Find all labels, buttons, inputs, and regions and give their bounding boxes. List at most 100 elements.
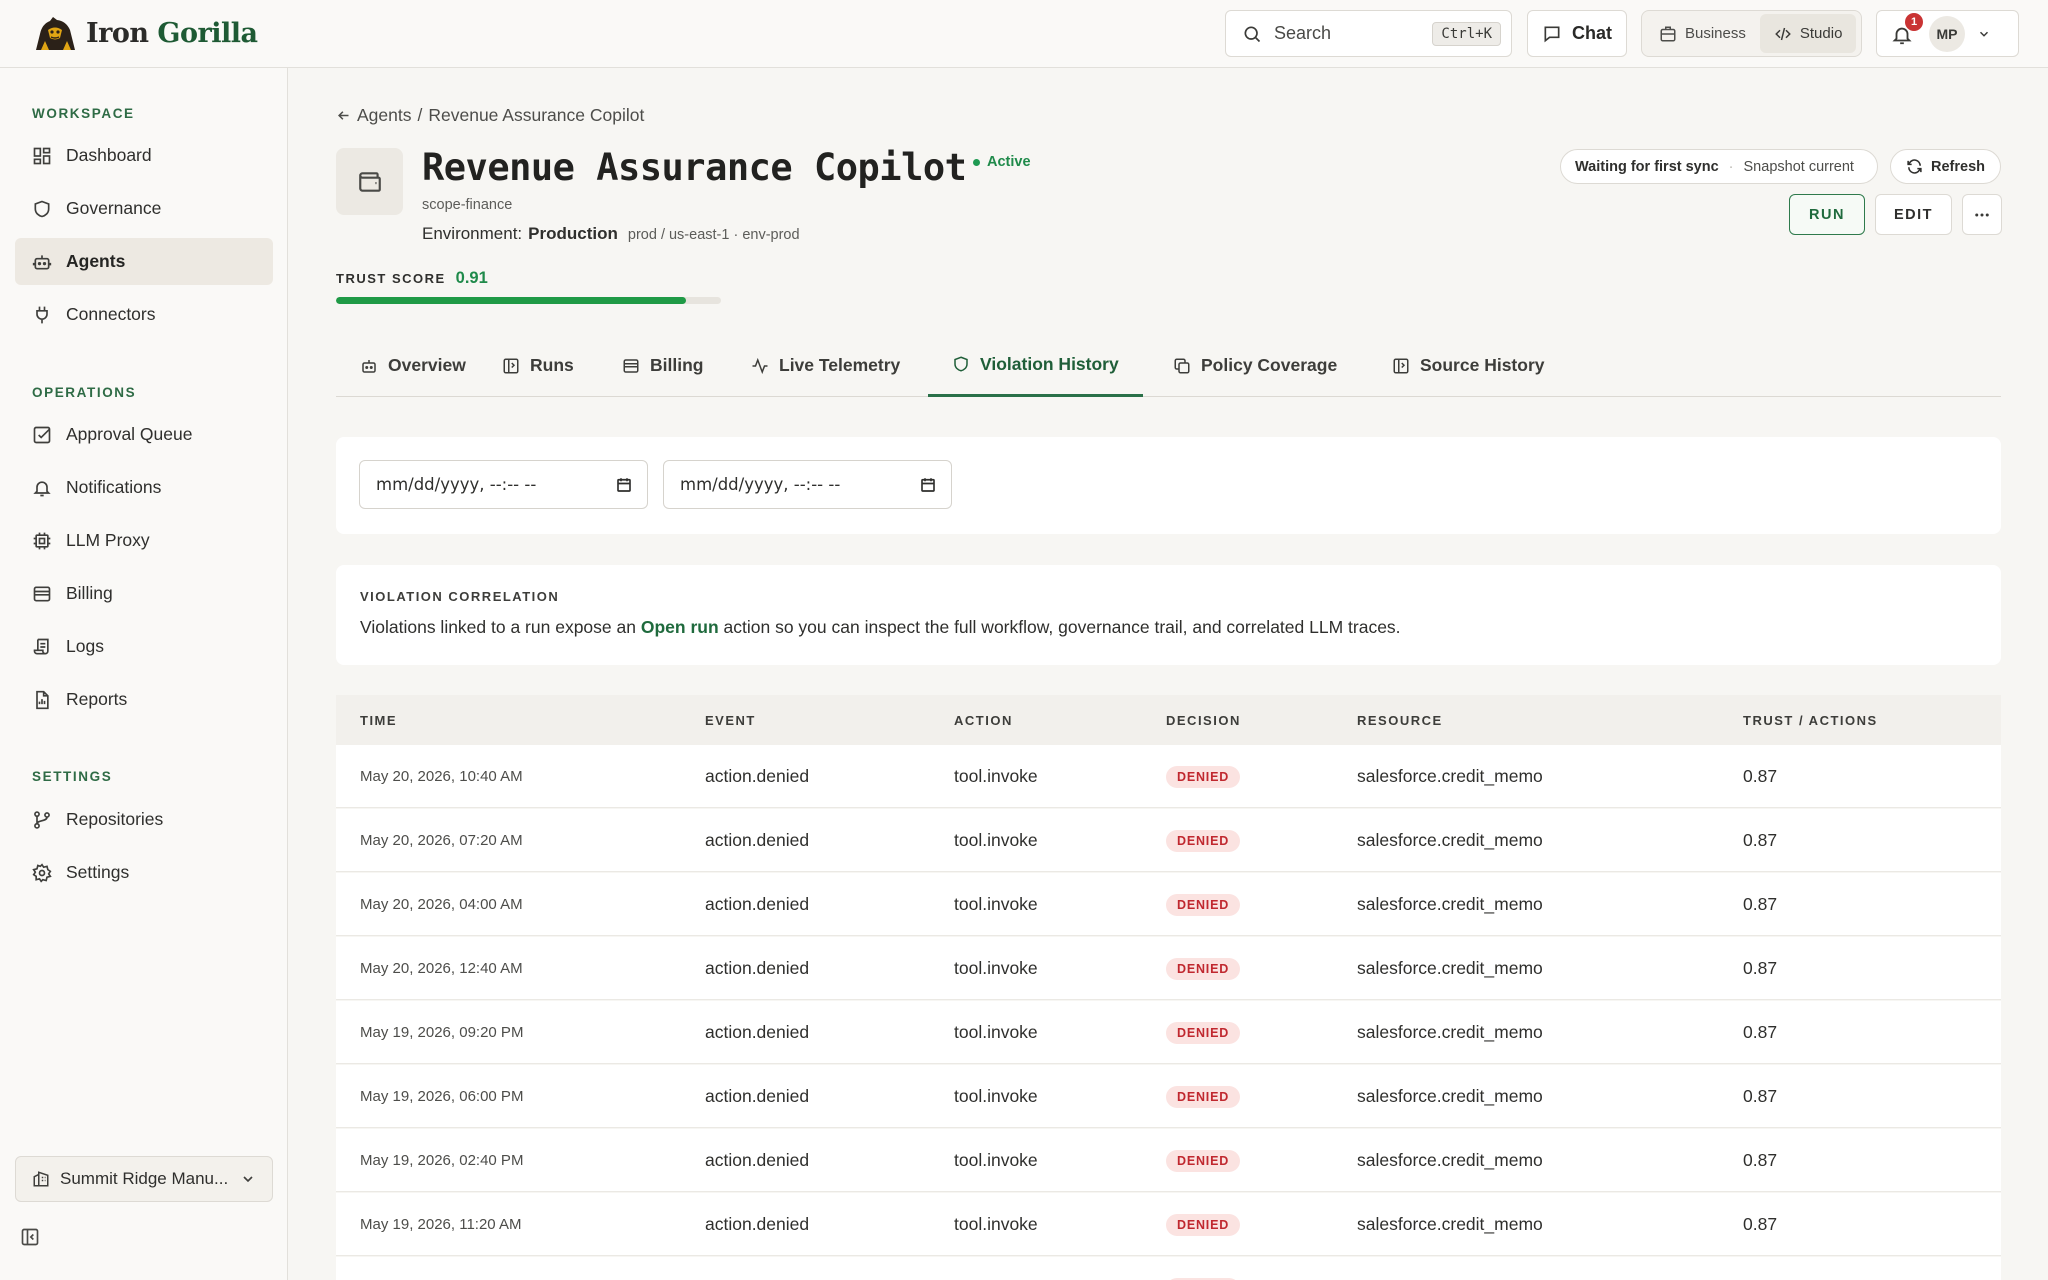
tab-violation-history[interactable]: Violation History bbox=[928, 334, 1143, 397]
sidebar-item-governance[interactable]: Governance bbox=[15, 185, 273, 232]
date-to-value: mm/dd/yyyy, --:-- -- bbox=[680, 475, 841, 494]
tab-live-telemetry[interactable]: Live Telemetry bbox=[727, 334, 924, 397]
mode-business-button[interactable]: Business bbox=[1645, 14, 1760, 53]
search-input[interactable]: Search Ctrl+K bbox=[1225, 10, 1512, 57]
sidebar-collapse-icon[interactable] bbox=[20, 1227, 40, 1247]
cell-event: action.denied bbox=[705, 1150, 810, 1170]
decision-badge: DENIED bbox=[1166, 1085, 1241, 1108]
status-dot bbox=[973, 158, 980, 166]
cell-event: action.denied bbox=[705, 894, 810, 914]
run-button[interactable]: RUN bbox=[1789, 194, 1865, 235]
trust-score-bar bbox=[336, 297, 721, 304]
decision-badge: DENIED bbox=[1166, 1149, 1241, 1172]
sidebar-item-logs[interactable]: Logs bbox=[15, 623, 273, 670]
decision-badge: DENIED bbox=[1166, 957, 1241, 980]
building-icon bbox=[33, 1171, 49, 1187]
wallet-icon bbox=[358, 171, 381, 192]
column-header-time[interactable]: TIME bbox=[360, 695, 397, 745]
sidebar-item-reports[interactable]: Reports bbox=[15, 676, 273, 723]
table-row[interactable]: May 20, 2026, 10:40 AM action.denied tool.… bbox=[336, 745, 2001, 808]
table-row[interactable]: May 19, 2026, 09:20 PM action.denied tool.… bbox=[336, 1001, 2001, 1064]
sidebar-section-settings: SETTINGS bbox=[32, 769, 113, 784]
decision-badge: DENIED bbox=[1166, 1213, 1241, 1236]
calendar-icon[interactable] bbox=[919, 476, 937, 494]
status-label: Active bbox=[987, 154, 1031, 170]
cell-event: action.denied bbox=[705, 1086, 810, 1106]
table-row[interactable]: May 19, 2026, 11:20 AM action.denied tool.… bbox=[336, 1193, 2001, 1256]
date-from-input[interactable]: mm/dd/yyyy, --:-- -- bbox=[359, 460, 648, 509]
column-header-action[interactable]: ACTION bbox=[954, 695, 1013, 745]
table-row[interactable]: May 19, 2026, 08:00 AM action.denied tool.… bbox=[336, 1257, 2001, 1280]
chevron-down-icon bbox=[243, 1176, 253, 1183]
chevron-down-icon[interactable] bbox=[1977, 27, 1991, 41]
brand-logo[interactable]: Iron Gorilla bbox=[32, 14, 258, 52]
open-run-link[interactable]: Open run bbox=[641, 617, 719, 637]
gorilla-logo-icon bbox=[36, 17, 75, 50]
building-icon bbox=[1660, 26, 1676, 41]
avatar[interactable]: MP bbox=[1929, 15, 1965, 52]
cell-time: May 20, 2026, 07:20 AM bbox=[360, 832, 523, 849]
sidebar-item-settings[interactable]: Settings bbox=[15, 849, 273, 896]
cell-resource: salesforce.credit_memo bbox=[1357, 1022, 1543, 1042]
cell-event: action.denied bbox=[705, 830, 810, 850]
sidebar-item-label: Settings bbox=[66, 862, 130, 882]
breadcrumb-separator: / bbox=[417, 105, 423, 125]
sidebar-item-billing[interactable]: Billing bbox=[15, 570, 273, 617]
sidebar-item-connectors[interactable]: Connectors bbox=[15, 291, 273, 338]
breadcrumb-current: Revenue Assurance Copilot bbox=[428, 105, 645, 125]
tab-label: Live Telemetry bbox=[779, 355, 901, 375]
column-header-trust-actions[interactable]: TRUST / ACTIONS bbox=[1743, 695, 1878, 745]
mode-switch: Business Studio bbox=[1641, 10, 1862, 57]
date-to-input[interactable]: mm/dd/yyyy, --:-- -- bbox=[663, 460, 952, 509]
tab-policy-coverage[interactable]: Policy Coverage bbox=[1149, 334, 1361, 397]
mode-studio-button[interactable]: Studio bbox=[1759, 14, 1857, 53]
calendar-icon[interactable] bbox=[615, 476, 633, 494]
cell-event: action.denied bbox=[705, 958, 810, 978]
search-icon bbox=[1244, 26, 1261, 42]
tab-label: Policy Coverage bbox=[1201, 355, 1338, 375]
table-row[interactable]: May 20, 2026, 04:00 AM action.denied tool.… bbox=[336, 873, 2001, 936]
sidebar-item-llm-proxy[interactable]: LLM Proxy bbox=[15, 517, 273, 564]
tab-overview[interactable]: Overview bbox=[336, 334, 490, 397]
search-placeholder: Search bbox=[1274, 23, 1332, 43]
runs-icon bbox=[503, 358, 519, 373]
org-name: Summit Ridge Manu... bbox=[60, 1169, 229, 1188]
tab-bar: Overview Runs Billing Live Telemetry Vio… bbox=[336, 334, 2001, 397]
cell-time: May 20, 2026, 10:40 AM bbox=[360, 768, 523, 785]
table-row[interactable]: May 19, 2026, 02:40 PM action.denied tool.… bbox=[336, 1129, 2001, 1192]
table-row[interactable]: May 20, 2026, 12:40 AM action.denied tool.… bbox=[336, 937, 2001, 1000]
breadcrumb-agents-link[interactable]: Agents bbox=[357, 105, 411, 126]
sidebar-item-label: Governance bbox=[66, 198, 162, 218]
runs-icon bbox=[1393, 358, 1409, 373]
cell-trust: 0.87 bbox=[1743, 1214, 1778, 1234]
org-switcher[interactable]: Summit Ridge Manu... bbox=[15, 1156, 273, 1202]
cell-resource: salesforce.credit_memo bbox=[1357, 958, 1543, 978]
sidebar-item-notifications[interactable]: Notifications bbox=[15, 464, 273, 511]
snapshot-status: Snapshot current bbox=[1743, 158, 1854, 175]
column-header-decision[interactable]: DECISION bbox=[1166, 695, 1241, 745]
tab-source-history[interactable]: Source History bbox=[1368, 334, 1568, 397]
edit-button[interactable]: EDIT bbox=[1875, 194, 1952, 235]
sidebar-item-approval-queue[interactable]: Approval Queue bbox=[15, 411, 273, 458]
sidebar-item-repositories[interactable]: Repositories bbox=[15, 796, 273, 843]
cell-action: tool.invoke bbox=[954, 1022, 1038, 1042]
tab-runs[interactable]: Runs bbox=[478, 334, 598, 397]
dashboard-icon bbox=[33, 147, 51, 164]
notifications-button[interactable]: 1 bbox=[1891, 12, 1923, 47]
more-actions-button[interactable] bbox=[1962, 194, 2002, 235]
tab-billing[interactable]: Billing bbox=[598, 334, 727, 397]
bell-icon bbox=[33, 480, 51, 496]
sidebar-item-dashboard[interactable]: Dashboard bbox=[15, 132, 273, 179]
trust-score-label: TRUST SCORE bbox=[336, 271, 446, 286]
table-row[interactable]: May 20, 2026, 07:20 AM action.denied tool.… bbox=[336, 809, 2001, 872]
chat-button[interactable]: Chat bbox=[1527, 10, 1627, 57]
column-header-event[interactable]: EVENT bbox=[705, 695, 756, 745]
cell-action: tool.invoke bbox=[954, 766, 1038, 786]
column-header-resource[interactable]: RESOURCE bbox=[1357, 695, 1443, 745]
sidebar-item-agents[interactable]: Agents bbox=[15, 238, 273, 285]
sync-separator: · bbox=[1728, 158, 1734, 175]
table-row[interactable]: May 19, 2026, 06:00 PM action.denied tool.… bbox=[336, 1065, 2001, 1128]
arrow-left-icon[interactable] bbox=[336, 108, 351, 123]
cell-event: action.denied bbox=[705, 1022, 810, 1042]
refresh-button[interactable]: Refresh bbox=[1890, 149, 2001, 184]
